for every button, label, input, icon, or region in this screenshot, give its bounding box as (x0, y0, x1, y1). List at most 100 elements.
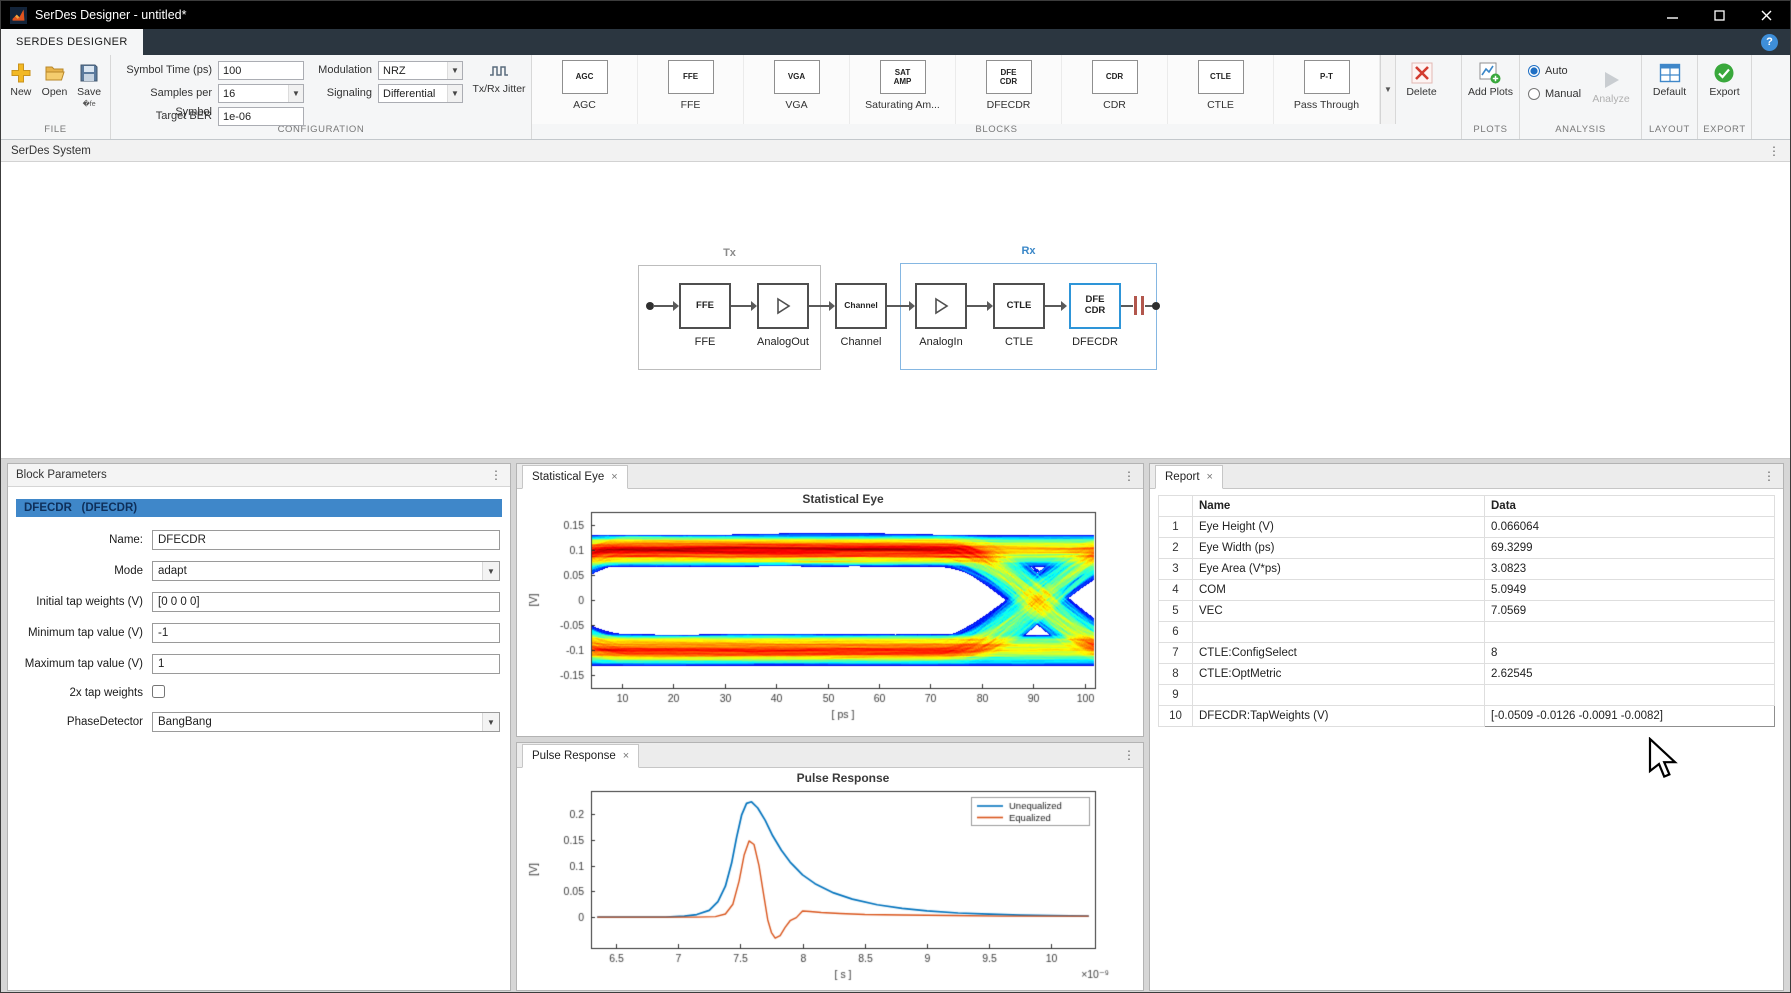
report-data-cell[interactable]: 5.0949 (1485, 580, 1775, 601)
diagram-block-label: AnalogOut (738, 336, 828, 348)
diagram-block-dfecdr-selected[interactable]: DFE CDR (1069, 283, 1121, 329)
table-row: 10DFECDR:TapWeights (V)[-0.0509 -0.0126 … (1159, 706, 1775, 727)
report-name-cell[interactable]: CTLE:OptMetric (1193, 664, 1485, 685)
report-data-cell[interactable]: 3.0823 (1485, 559, 1775, 580)
report-name-cell[interactable]: Eye Height (V) (1193, 517, 1485, 538)
report-tab-label: Report (1165, 471, 1200, 483)
gallery-item-label: VGA (785, 99, 807, 111)
report-data-cell[interactable]: 7.0569 (1485, 601, 1775, 622)
tx-rx-jitter-button[interactable]: Tx/Rx Jitter (469, 61, 529, 96)
symbol-time-input[interactable] (218, 61, 304, 80)
save-button[interactable]: Save �fe (77, 55, 101, 124)
mode-combo[interactable]: adapt ▼ (152, 561, 500, 581)
gallery-item-pass-through[interactable]: P-T Pass Through (1274, 55, 1380, 124)
close-tab-icon[interactable]: × (611, 471, 617, 483)
help-icon[interactable]: ? (1761, 34, 1778, 51)
delete-button[interactable]: Delete (1396, 55, 1447, 99)
modulation-combo[interactable]: NRZ ▼ (378, 61, 463, 80)
gallery-item-ffe[interactable]: FFE FFE (638, 55, 744, 124)
new-button[interactable]: New (10, 55, 32, 124)
report-name-cell[interactable]: Eye Width (ps) (1193, 538, 1485, 559)
report-data-cell-selected[interactable]: [-0.0509 -0.0126 -0.0091 -0.0082] (1485, 706, 1775, 727)
report-name-cell[interactable] (1193, 622, 1485, 643)
tab-report[interactable]: Report × (1155, 465, 1223, 489)
tab-pulse-response[interactable]: Pulse Response × (522, 744, 639, 768)
report-data-cell[interactable]: 2.62545 (1485, 664, 1775, 685)
diagram-block-ffe[interactable]: FFE (679, 283, 731, 329)
gallery-item-dfecdr[interactable]: DFE CDR DFECDR (956, 55, 1062, 124)
add-plots-button[interactable]: Add Plots (1468, 55, 1513, 124)
chevron-down-icon[interactable]: ▼ (482, 713, 499, 731)
tab-serdes-designer[interactable]: SERDES DESIGNER (1, 29, 143, 55)
report-name-cell[interactable]: DFECDR:TapWeights (V) (1193, 706, 1485, 727)
gallery-item-agc[interactable]: AGC AGC (532, 55, 638, 124)
minimum-tap-value-input[interactable] (152, 623, 500, 643)
diagram-block-channel[interactable]: Channel (835, 283, 887, 329)
manual-radio[interactable] (1528, 88, 1540, 100)
export-button[interactable]: Export (1709, 55, 1739, 124)
report-name-cell[interactable] (1193, 685, 1485, 706)
report-tabbar: Report × ⋮ (1150, 464, 1783, 489)
report-data-cell[interactable]: 0.066064 (1485, 517, 1775, 538)
report-data-cell[interactable] (1485, 622, 1775, 643)
row-number: 1 (1159, 517, 1193, 538)
panel-menu-icon[interactable]: ⋮ (1763, 469, 1783, 483)
serdes-system-diagram: Tx Rx FFE FFE AnalogOut Channel Channel … (1, 162, 1790, 459)
ribbon-section-analysis: Auto Manual Analyze ANALYSIS (1520, 55, 1642, 139)
gallery-item-vga[interactable]: VGA VGA (744, 55, 850, 124)
gallery-item-cdr[interactable]: CDR CDR (1062, 55, 1168, 124)
panel-menu-icon[interactable]: ⋮ (1123, 748, 1143, 762)
report-data-cell[interactable]: 8 (1485, 643, 1775, 664)
chevron-down-icon[interactable]: ▼ (447, 62, 462, 79)
close-icon[interactable] (1743, 1, 1790, 29)
diagram-block-analogout[interactable] (757, 283, 809, 329)
tap-weights-2x-checkbox[interactable] (152, 685, 165, 698)
close-tab-icon[interactable]: × (1207, 471, 1213, 483)
analyze-button[interactable]: Analyze (1586, 62, 1636, 106)
open-button[interactable]: Open (42, 55, 68, 124)
report-name-cell[interactable]: CTLE:ConfigSelect (1193, 643, 1485, 664)
report-data-cell[interactable]: 69.3299 (1485, 538, 1775, 559)
report-name-cell[interactable]: Eye Area (V*ps) (1193, 559, 1485, 580)
tap-weights-2x-label: 2x tap weights (16, 687, 152, 699)
minimize-icon[interactable] (1649, 1, 1696, 29)
target-ber-input[interactable] (218, 107, 304, 126)
panel-menu-icon[interactable]: ⋮ (490, 469, 502, 481)
report-name-cell[interactable]: VEC (1193, 601, 1485, 622)
close-tab-icon[interactable]: × (623, 750, 629, 762)
chevron-down-icon[interactable]: ▼ (447, 85, 462, 102)
samples-per-symbol-combo[interactable]: 16 ▼ (218, 84, 304, 103)
gallery-expand-icon[interactable]: ▼ (1380, 55, 1395, 124)
report-name-cell[interactable]: COM (1193, 580, 1485, 601)
chevron-down-icon[interactable]: ▼ (288, 85, 303, 102)
report-data-cell[interactable] (1485, 685, 1775, 706)
chevron-down-icon[interactable]: ▼ (482, 562, 499, 580)
maximize-icon[interactable] (1696, 1, 1743, 29)
name-input[interactable] (152, 530, 500, 550)
auto-radio[interactable] (1528, 65, 1540, 77)
save-dropdown-icon[interactable]: �fe (83, 100, 96, 108)
new-button-label: New (10, 87, 31, 99)
report-name-header: Name (1193, 496, 1485, 517)
phase-detector-combo[interactable]: BangBang ▼ (152, 712, 500, 732)
gallery-item-saturating-amplifier[interactable]: SAT AMP Saturating Am... (850, 55, 956, 124)
maximum-tap-value-input[interactable] (152, 654, 500, 674)
panel-menu-icon[interactable]: ⋮ (1123, 469, 1143, 483)
ctle-block-icon: CTLE (1198, 60, 1244, 94)
cdr-block-icon: CDR (1092, 60, 1138, 94)
gallery-item-ctle[interactable]: CTLE CTLE (1168, 55, 1274, 124)
diagram-block-analogin[interactable] (915, 283, 967, 329)
tab-statistical-eye[interactable]: Statistical Eye × (522, 465, 628, 489)
row-number: 6 (1159, 622, 1193, 643)
add-plots-icon (1479, 62, 1501, 84)
table-row: 3Eye Area (V*ps)3.0823 (1159, 559, 1775, 580)
gallery-item-label: Saturating Am... (865, 99, 940, 111)
eye-probe-icon[interactable] (1134, 296, 1144, 315)
default-layout-button[interactable]: Default (1653, 55, 1686, 124)
signaling-value: Differential (383, 88, 435, 100)
panel-menu-icon[interactable]: ⋮ (1768, 145, 1780, 157)
initial-tap-weights-input[interactable] (152, 592, 500, 612)
diagram-block-ctle[interactable]: CTLE (993, 283, 1045, 329)
signaling-combo[interactable]: Differential ▼ (378, 84, 463, 103)
row-number: 9 (1159, 685, 1193, 706)
